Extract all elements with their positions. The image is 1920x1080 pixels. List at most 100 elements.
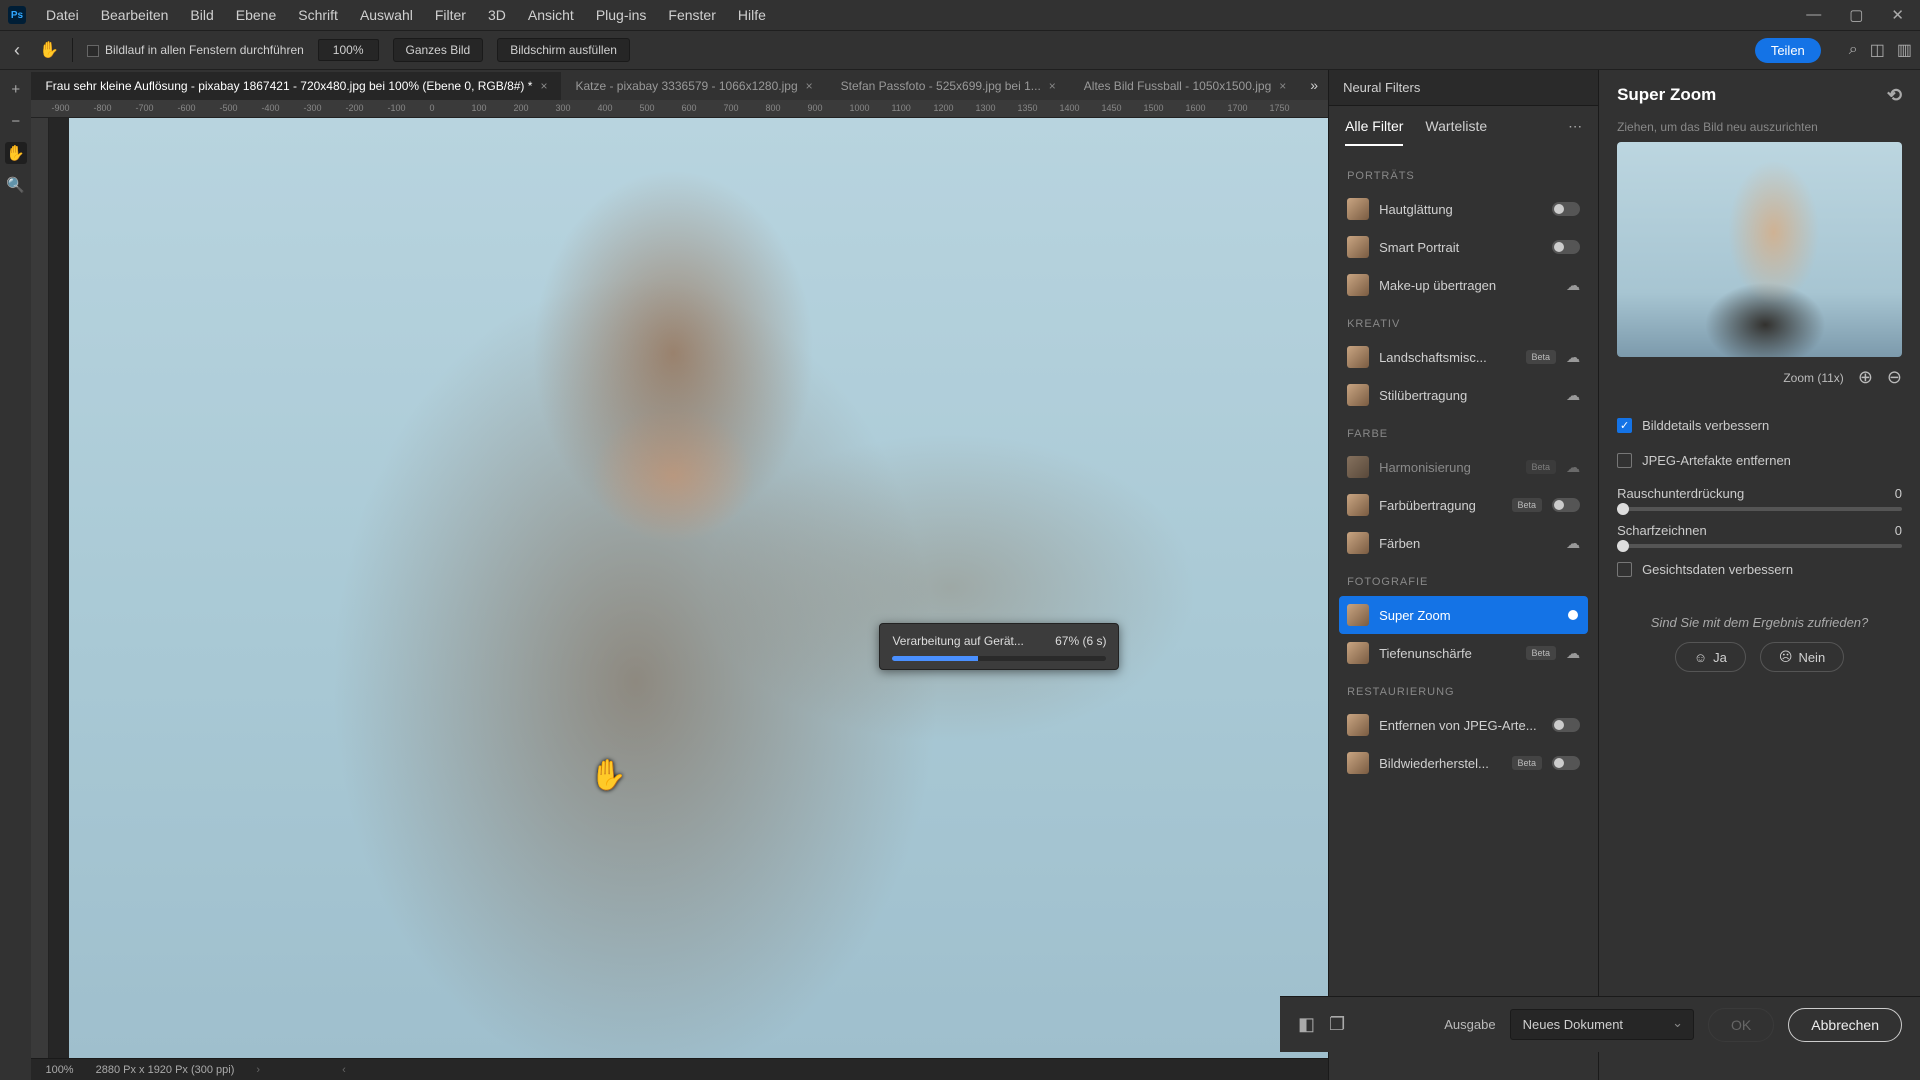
menu-ansicht[interactable]: Ansicht [518,3,584,27]
zoom-in-preview-icon[interactable]: ⊕ [1858,367,1873,388]
zoom-value[interactable]: 100% [318,39,379,61]
filter-toggle[interactable] [1552,498,1580,512]
minimize-icon[interactable]: — [1806,6,1821,24]
tab-close-icon[interactable]: × [1049,79,1056,93]
tab-close-icon[interactable]: × [540,79,547,93]
zoom-preview[interactable] [1617,142,1902,357]
menu-schrift[interactable]: Schrift [288,3,348,27]
checkbox[interactable] [1617,453,1632,468]
ruler-tick: 1450 [1101,103,1121,113]
zoom-in-icon[interactable]: + [5,78,27,100]
workspace-icon[interactable]: ◫ [1870,40,1885,60]
hand-tool-icon[interactable]: ✋ [40,41,58,59]
filter-row[interactable]: Make-up übertragen ☁ [1339,266,1588,304]
menu-auswahl[interactable]: Auswahl [350,3,423,27]
filter-row[interactable]: HarmonisierungBeta☁ [1339,448,1588,486]
filter-row[interactable]: TiefenunschärfeBeta☁ [1339,634,1588,672]
menu-fenster[interactable]: Fenster [658,3,725,27]
cancel-button[interactable]: Abbrechen [1788,1008,1902,1042]
ok-button[interactable]: OK [1708,1008,1774,1042]
option-checkbox-row[interactable]: ✓Bilddetails verbessern [1617,408,1902,443]
filter-row[interactable]: FarbübertragungBeta [1339,486,1588,524]
tab-waitlist[interactable]: Warteliste [1425,118,1487,146]
checkbox[interactable]: ✓ [1617,418,1632,433]
tab-close-icon[interactable]: × [806,79,813,93]
zoom-out-preview-icon[interactable]: ⊖ [1887,367,1902,388]
filter-group-header: PORTRÄTS [1339,156,1588,190]
scroll-all-windows-checkbox[interactable]: Bildlauf in allen Fenstern durchführen [87,43,304,57]
filter-row[interactable]: Super Zoom [1339,596,1588,634]
panel-menu-icon[interactable]: ⋯ [1568,118,1582,146]
face-data-checkbox-row[interactable]: Gesichtsdaten verbessern [1617,552,1902,587]
output-stack-icon[interactable]: ❐ [1329,1014,1345,1035]
filter-row[interactable]: Entfernen von JPEG-Arte... [1339,706,1588,744]
filter-row[interactable]: Landschaftsmisc...Beta☁ [1339,338,1588,376]
cloud-download-icon[interactable]: ☁ [1566,349,1580,366]
cloud-download-icon[interactable]: ☁ [1566,277,1580,294]
document-tab[interactable]: Stefan Passfoto - 525x699.jpg bei 1...× [827,72,1070,100]
slider-value: 0 [1895,523,1902,538]
fit-screen-button[interactable]: Ganzes Bild [393,38,484,62]
filter-toggle[interactable] [1552,240,1580,254]
window-controls: — ▢ ✕ [1806,6,1912,24]
document-tab[interactable]: Altes Bild Fussball - 1050x1500.jpg× [1070,72,1300,100]
filter-row[interactable]: Färben☁ [1339,524,1588,562]
filter-toggle[interactable] [1552,756,1580,770]
search-icon[interactable]: ⌕ [1849,41,1858,59]
menu-filter[interactable]: Filter [425,3,476,27]
zoom-out-icon[interactable]: − [5,110,27,132]
filter-thumb-icon [1347,456,1369,478]
cloud-download-icon[interactable]: ☁ [1566,645,1580,662]
ruler-tick: 1400 [1059,103,1079,113]
output-select[interactable]: Neues Dokument [1510,1009,1694,1040]
menu-hilfe[interactable]: Hilfe [728,3,776,27]
document-tab[interactable]: Katze - pixabay 3336579 - 1066x1280.jpg× [561,72,826,100]
close-icon[interactable]: ✕ [1891,6,1904,24]
filter-row[interactable]: Stilübertragung☁ [1339,376,1588,414]
panel-toggle-icon[interactable]: ▥ [1897,40,1912,60]
menu-plug-ins[interactable]: Plug-ins [586,3,657,27]
menu-datei[interactable]: Datei [36,3,89,27]
beta-badge: Beta [1526,646,1557,660]
option-checkbox-row[interactable]: JPEG-Artefakte entfernen [1617,443,1902,478]
cloud-download-icon[interactable]: ☁ [1566,535,1580,552]
filter-row[interactable]: Smart Portrait [1339,228,1588,266]
neural-filters-panel: Neural Filters Alle Filter Warteliste ⋯ … [1328,70,1598,1080]
reset-icon[interactable]: ⟲ [1887,85,1902,106]
filter-row[interactable]: Bildwiederherstel...Beta [1339,744,1588,782]
cloud-download-icon[interactable]: ☁ [1566,459,1580,476]
fill-screen-button[interactable]: Bildschirm ausfüllen [497,38,630,62]
status-next-icon[interactable]: › [256,1064,260,1076]
ruler-tick: 1200 [933,103,953,113]
tab-close-icon[interactable]: × [1279,79,1286,93]
menu-bearbeiten[interactable]: Bearbeiten [91,3,179,27]
tabs-overflow-icon[interactable]: » [1300,70,1328,100]
maximize-icon[interactable]: ▢ [1849,6,1863,24]
share-button[interactable]: Teilen [1755,38,1821,63]
filter-toggle[interactable] [1552,608,1580,622]
slider-track[interactable] [1617,544,1902,548]
beta-badge: Beta [1526,350,1557,364]
cloud-download-icon[interactable]: ☁ [1566,387,1580,404]
yes-button[interactable]: ☺Ja [1675,642,1746,672]
canvas[interactable]: ✋ Verarbeitung auf Gerät... 67% (6 s) [49,118,1328,1058]
filter-toggle[interactable] [1552,718,1580,732]
document-tab[interactable]: Frau sehr kleine Auflösung - pixabay 186… [31,72,561,100]
face-data-checkbox[interactable] [1617,562,1632,577]
filter-label: Make-up übertragen [1379,278,1556,293]
no-button[interactable]: ☹Nein [1760,642,1844,672]
menu-3d[interactable]: 3D [478,3,516,27]
status-prev-icon[interactable]: ‹ [342,1064,346,1076]
tab-all-filters[interactable]: Alle Filter [1345,118,1403,146]
filter-subtabs: Alle Filter Warteliste ⋯ [1329,106,1598,146]
zoom-tool-button[interactable]: 🔍 [5,174,27,196]
menu-bild[interactable]: Bild [180,3,223,27]
output-layer-icon[interactable]: ◧ [1298,1014,1315,1035]
menu-ebene[interactable]: Ebene [226,3,286,27]
filter-toggle[interactable] [1552,202,1580,216]
home-back-icon[interactable]: ‹ [8,40,26,61]
hand-tool-button[interactable]: ✋ [5,142,27,164]
neural-filters-tab[interactable]: Neural Filters [1329,70,1598,106]
slider-track[interactable] [1617,507,1902,511]
filter-row[interactable]: Hautglättung [1339,190,1588,228]
